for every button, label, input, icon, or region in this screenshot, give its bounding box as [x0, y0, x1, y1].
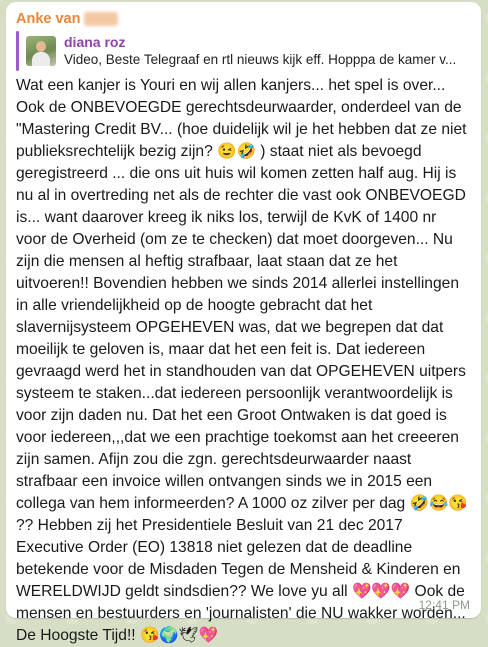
- reply-author: diana roz: [64, 34, 126, 50]
- reply-text: diana roz Video, Beste Telegraaf en rtl …: [64, 34, 456, 68]
- redacted-surname: [84, 12, 119, 26]
- reply-snippet: Video, Beste Telegraaf en rtl nieuws kij…: [64, 52, 457, 67]
- reply-thumbnail: [26, 36, 56, 66]
- message-bubble[interactable]: Anke van diana roz Video, Beste Telegraa…: [6, 2, 481, 644]
- sender-row: Anke van: [16, 9, 471, 29]
- message-text: Wat een kanjer is Youri en wij allen kan…: [16, 77, 468, 644]
- message-time: 12:41 PM: [418, 598, 470, 612]
- reply-accent-bar: [16, 31, 19, 71]
- sender-name[interactable]: Anke van: [16, 11, 80, 27]
- reply-preview[interactable]: diana roz Video, Beste Telegraaf en rtl …: [16, 31, 471, 71]
